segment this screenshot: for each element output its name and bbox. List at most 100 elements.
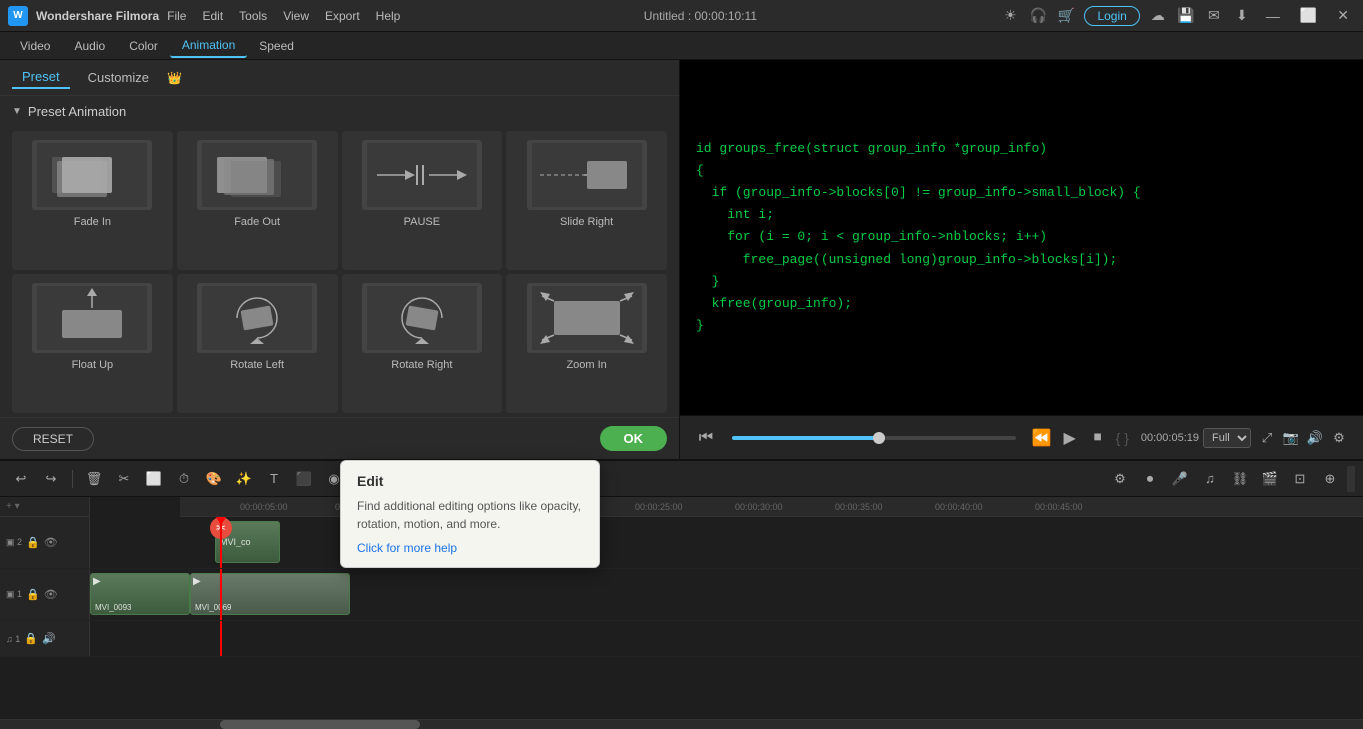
track-audio-lock[interactable]: 🔒 bbox=[24, 632, 38, 645]
track-v2-lock[interactable]: 🔒 bbox=[26, 536, 40, 549]
save-icon[interactable]: 💾 bbox=[1176, 6, 1196, 26]
fade-out-label: Fade Out bbox=[234, 216, 280, 228]
fullscreen-icon[interactable]: ⤢ bbox=[1255, 426, 1279, 450]
track-v1-lock[interactable]: 🔒 bbox=[26, 588, 40, 601]
preview-controls: ⏮ ⏪ ▶ ⏹ { } 00:00:05:19 Full 1/2 1/4 ⤢ 📷… bbox=[680, 415, 1363, 459]
cut-marker: ✂ bbox=[210, 517, 232, 539]
reset-button[interactable]: RESET bbox=[12, 427, 94, 451]
track-audio-mute[interactable]: 🔊 bbox=[42, 632, 56, 645]
play-forward-button[interactable]: ▶ bbox=[1056, 424, 1084, 452]
slide-right-label: Slide Right bbox=[560, 216, 613, 228]
ok-button[interactable]: OK bbox=[600, 426, 668, 451]
menu-file[interactable]: File bbox=[167, 9, 186, 23]
voiceover-icon[interactable]: 🎤 bbox=[1167, 466, 1193, 492]
app-logo: W bbox=[8, 6, 28, 26]
animation-grid: Fade In Fade Out bbox=[0, 127, 679, 417]
animation-item-float-up[interactable]: Float Up bbox=[12, 274, 173, 413]
tab-video[interactable]: Video bbox=[8, 35, 62, 57]
tab-color[interactable]: Color bbox=[117, 35, 170, 57]
track-body-v2[interactable]: ✂ MVI_co ▶ bbox=[90, 517, 1363, 568]
scrollbar-thumb[interactable] bbox=[220, 720, 420, 729]
skip-back-button[interactable]: ⏮ bbox=[692, 424, 720, 452]
tooltip-link[interactable]: Click for more help bbox=[357, 541, 457, 555]
pause-thumbnail bbox=[362, 140, 482, 210]
animation-item-slide-right[interactable]: Slide Right bbox=[506, 131, 667, 270]
detach-icon[interactable]: ⛓ bbox=[1227, 466, 1253, 492]
tab-speed[interactable]: Speed bbox=[247, 35, 306, 57]
settings-icon[interactable]: ⚙ bbox=[1327, 426, 1351, 450]
delete-button[interactable]: 🗑 bbox=[81, 466, 107, 492]
animation-item-rotate-right[interactable]: Rotate Right bbox=[342, 274, 503, 413]
speed-button[interactable]: ⏱ bbox=[171, 466, 197, 492]
track-body-v1[interactable]: ▶ MVI_0093 ▶ MVI_0069 bbox=[90, 569, 1363, 620]
track-v1-visible[interactable]: 👁 bbox=[44, 588, 58, 601]
login-button[interactable]: Login bbox=[1084, 6, 1139, 26]
zoom-fit-icon[interactable]: ⊡ bbox=[1287, 466, 1313, 492]
screenshot-icon[interactable]: 📷 bbox=[1279, 426, 1303, 450]
fade-out-thumbnail bbox=[197, 140, 317, 210]
add-track-button[interactable]: + ▾ bbox=[6, 501, 20, 512]
right-panel: id groups_free(struct group_info *group_… bbox=[680, 60, 1363, 459]
progress-thumb[interactable] bbox=[873, 432, 885, 444]
crop2-button[interactable]: ⬛ bbox=[291, 466, 317, 492]
sun-icon[interactable]: ☀ bbox=[1000, 6, 1020, 26]
ruler-mark-5: 00:00:05:00 bbox=[240, 502, 288, 512]
menu-tools[interactable]: Tools bbox=[239, 9, 267, 23]
track-settings-icon[interactable]: ⚙ bbox=[1107, 466, 1133, 492]
track-v2-visible[interactable]: 👁 bbox=[44, 536, 58, 549]
color-button[interactable]: 🎨 bbox=[201, 466, 227, 492]
add-icon[interactable]: ⊕ bbox=[1317, 466, 1343, 492]
track-body-audio[interactable] bbox=[90, 621, 1363, 656]
code-line-5: for (i = 0; i < group_info->nblocks; i++… bbox=[696, 226, 1347, 248]
menu-export[interactable]: Export bbox=[325, 9, 360, 23]
rotate-left-thumbnail bbox=[197, 283, 317, 353]
quality-selector[interactable]: Full 1/2 1/4 bbox=[1203, 428, 1251, 448]
close-button[interactable]: ✕ bbox=[1331, 7, 1355, 24]
animation-item-zoom-in[interactable]: Zoom In bbox=[506, 274, 667, 413]
message-icon[interactable]: ✉ bbox=[1204, 6, 1224, 26]
music-icon[interactable]: ♫ bbox=[1197, 466, 1223, 492]
undo-button[interactable]: ↩ bbox=[8, 466, 34, 492]
animation-item-rotate-left[interactable]: Rotate Left bbox=[177, 274, 338, 413]
play-back-button[interactable]: ⏪ bbox=[1028, 424, 1056, 452]
progress-bar[interactable] bbox=[732, 436, 1016, 440]
cart-icon[interactable]: 🛒 bbox=[1056, 6, 1076, 26]
cut-button[interactable]: ✂ bbox=[111, 466, 137, 492]
track-record-icon[interactable]: ⏺ bbox=[1137, 466, 1163, 492]
fade-in-thumbnail bbox=[32, 140, 152, 210]
clip-v2-1-label: MVI_co bbox=[220, 537, 251, 547]
animation-item-fade-in[interactable]: Fade In bbox=[12, 131, 173, 270]
edit-tooltip: Edit Find additional editing options lik… bbox=[340, 460, 600, 568]
menu-view[interactable]: View bbox=[283, 9, 309, 23]
horizontal-scrollbar[interactable] bbox=[0, 719, 1363, 729]
timeline-toolbar: ↩ ↪ 🗑 ✂ ⬜ ⏱ 🎨 ✨ T ⬛ ◉ 🎵 ⚡ + ⚙ ⏺ 🎤 ♫ ⛓ 🎬 … bbox=[0, 461, 1363, 497]
preset-animation-title: Preset Animation bbox=[28, 104, 126, 119]
clip-icon-2: ▶ bbox=[193, 576, 201, 587]
clip-v1-1[interactable]: ▶ MVI_0093 bbox=[90, 573, 190, 615]
tab-audio[interactable]: Audio bbox=[62, 35, 117, 57]
tooltip-body: Find additional editing options like opa… bbox=[357, 497, 583, 533]
end-bar-icon[interactable] bbox=[1347, 466, 1355, 492]
clip-v1-2[interactable]: ▶ MVI_0069 bbox=[190, 573, 350, 615]
preset-animation-header[interactable]: ▼ Preset Animation bbox=[0, 96, 679, 127]
sub-tab-preset[interactable]: Preset bbox=[12, 66, 70, 89]
tab-animation[interactable]: Animation bbox=[170, 34, 247, 58]
animation-item-pause[interactable]: PAUSE bbox=[342, 131, 503, 270]
headset-icon[interactable]: 🎧 bbox=[1028, 6, 1048, 26]
effects-button[interactable]: ✨ bbox=[231, 466, 257, 492]
minimize-button[interactable]: — bbox=[1260, 8, 1286, 24]
redo-button[interactable]: ↪ bbox=[38, 466, 64, 492]
cloud-icon[interactable]: ☁ bbox=[1148, 6, 1168, 26]
stop-button[interactable]: ⏹ bbox=[1084, 424, 1112, 452]
animation-item-fade-out[interactable]: Fade Out bbox=[177, 131, 338, 270]
menu-edit[interactable]: Edit bbox=[202, 9, 223, 23]
download-icon[interactable]: ⬇ bbox=[1232, 6, 1252, 26]
sub-tab-customize[interactable]: Customize bbox=[78, 67, 159, 88]
menu-help[interactable]: Help bbox=[376, 9, 401, 23]
scene-icon[interactable]: 🎬 bbox=[1257, 466, 1283, 492]
timecode-display: 00:00:05:19 bbox=[1141, 432, 1199, 444]
maximize-button[interactable]: ⬜ bbox=[1294, 7, 1323, 24]
text-button[interactable]: T bbox=[261, 466, 287, 492]
crop-button[interactable]: ⬜ bbox=[141, 466, 167, 492]
volume-icon[interactable]: 🔊 bbox=[1303, 426, 1327, 450]
